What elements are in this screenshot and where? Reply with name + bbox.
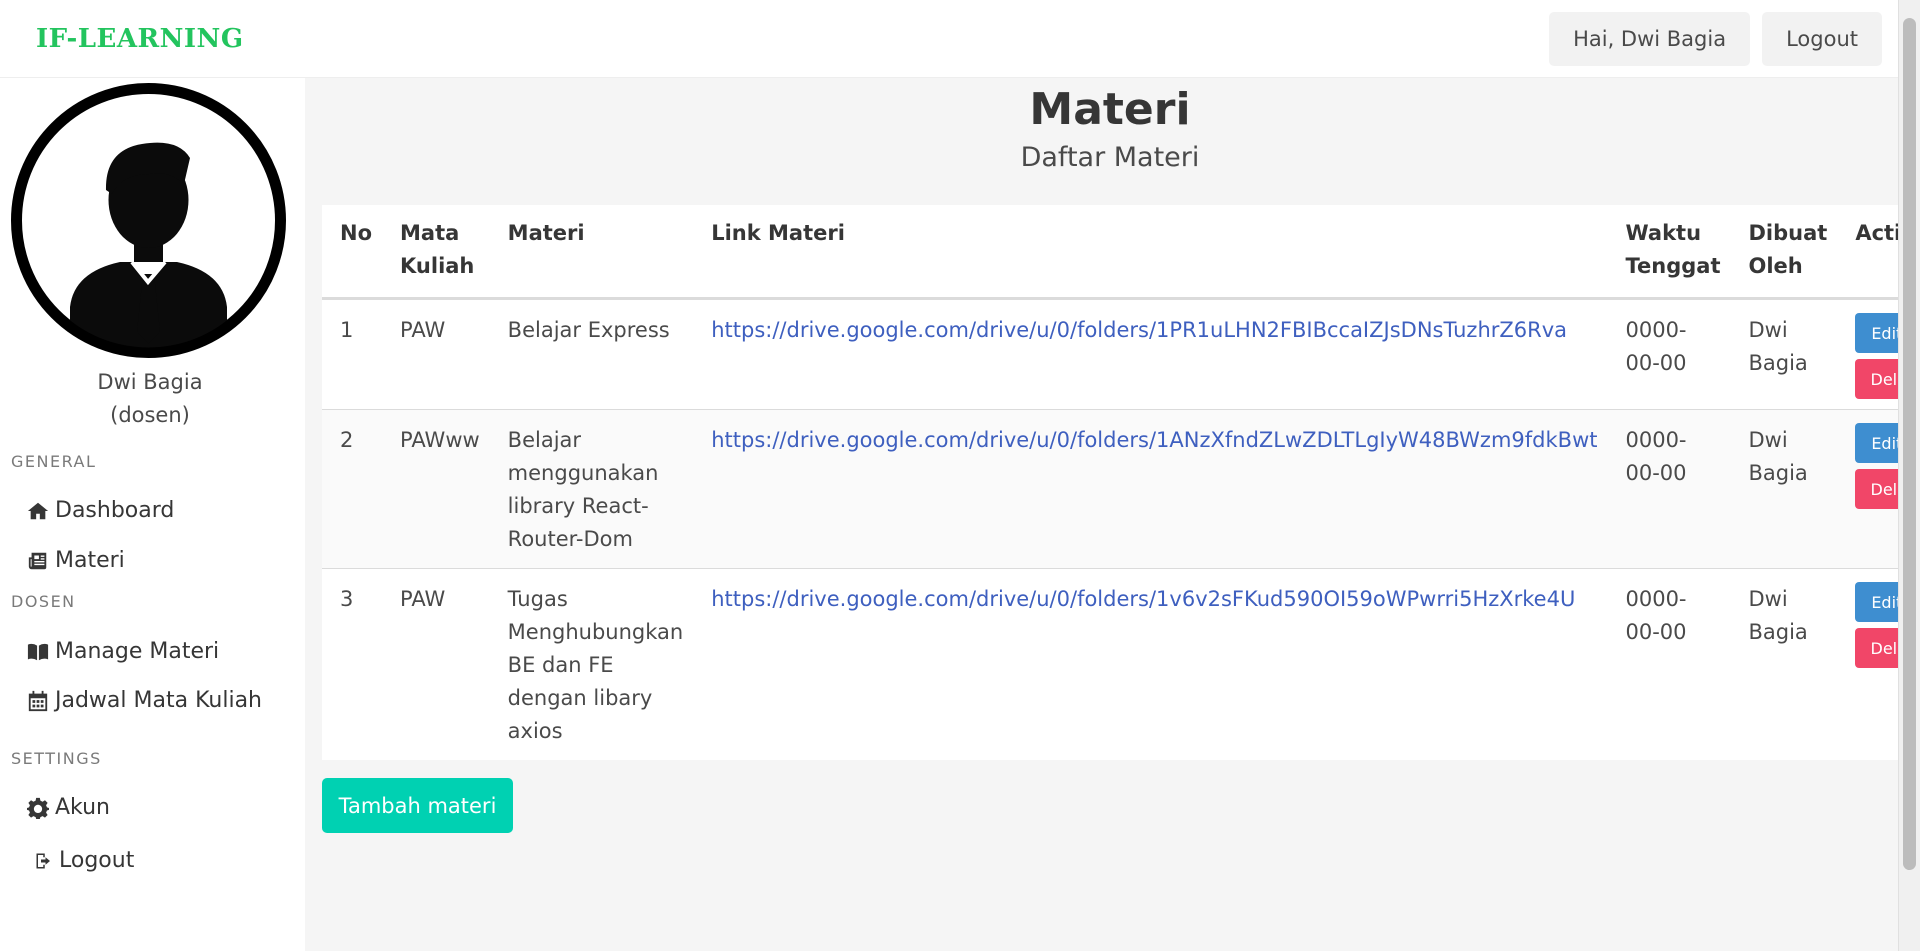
column-header-waktu: Waktu Tenggat <box>1607 205 1731 300</box>
gear-icon <box>27 797 49 819</box>
cell-mata-kuliah: PAW <box>400 587 446 611</box>
sidebar-item-label: Jadwal Mata Kuliah <box>55 688 263 713</box>
table-row: 2 PAWww Belajar menggunakan library Reac… <box>322 409 1920 569</box>
newspaper-icon <box>28 552 47 569</box>
sidebar-item-label: Materi <box>55 548 125 573</box>
menu-label-settings: SETTINGS <box>11 749 102 768</box>
user-role: (dosen) <box>110 403 190 427</box>
navbar-actions: Hai, Dwi Bagia Logout <box>1549 11 1882 66</box>
avatar <box>11 83 286 358</box>
greeting-button[interactable]: Hai, Dwi Bagia <box>1549 11 1751 66</box>
column-header-link: Link Materi <box>693 205 1608 300</box>
materi-link[interactable]: https://drive.google.com/drive/u/0/folde… <box>711 428 1597 452</box>
sidebar-item-dashboard[interactable]: Dashboard <box>27 498 174 523</box>
materi-table: No Mata Kuliah Materi Link Materi Waktu … <box>322 205 1920 760</box>
page-scrollbar[interactable] <box>1898 0 1920 951</box>
menu-label-general: GENERAL <box>11 452 97 471</box>
cell-link: https://drive.google.com/drive/u/0/folde… <box>693 298 1608 410</box>
brand-logo[interactable]: IF-LEARNING <box>36 24 244 54</box>
cell-waktu: 0000-00-00 <box>1607 409 1731 569</box>
table-row: 3 PAW Tugas Menghubungkan BE dan FE deng… <box>322 569 1920 761</box>
cell-materi: Belajar Express <box>489 298 694 410</box>
logout-button[interactable]: Logout <box>1762 11 1882 66</box>
cell-waktu: 0000-00-00 <box>1625 587 1687 644</box>
cell-materi: Belajar menggunakan library React-Router… <box>489 409 694 569</box>
scrollbar-thumb[interactable] <box>1903 18 1916 870</box>
cell-no: 3 <box>340 587 354 611</box>
cell-waktu: 0000-00-00 <box>1607 298 1731 410</box>
sidebar-item-logout[interactable]: Logout <box>35 848 134 873</box>
materi-link[interactable]: https://drive.google.com/drive/u/0/folde… <box>711 587 1575 611</box>
materi-link[interactable]: https://drive.google.com/drive/u/0/folde… <box>711 318 1567 342</box>
sidebar-item-label: Logout <box>59 848 135 873</box>
column-header-no: No <box>322 205 383 300</box>
cell-link: https://drive.google.com/drive/u/0/folde… <box>693 409 1608 569</box>
cell-mata-kuliah: PAWww <box>382 409 490 569</box>
table-header-row: No Mata Kuliah Materi Link Materi Waktu … <box>322 205 1920 300</box>
sidebar-item-materi[interactable]: Materi <box>27 548 125 573</box>
sidebar-item-akun[interactable]: Akun <box>27 795 110 820</box>
cell-link: https://drive.google.com/drive/u/0/folde… <box>693 569 1607 761</box>
page-title: Materi <box>1029 84 1191 135</box>
page-subtitle: Daftar Materi <box>1020 142 1200 173</box>
cell-dibuat: Dwi Bagia <box>1730 409 1838 569</box>
calendar-icon <box>28 690 48 711</box>
main-content: Materi Daftar Materi No Mata Kuliah Mate… <box>305 78 1920 951</box>
cell-dibuat: Dwi Bagia <box>1748 587 1808 644</box>
top-navbar: IF-LEARNING Hai, Dwi Bagia Logout <box>0 0 1898 78</box>
add-materi-button[interactable]: Tambah materi <box>322 778 513 833</box>
sidebar: Dwi Bagia (dosen) GENERAL Dashboard Mate… <box>0 78 305 951</box>
cell-no: 2 <box>322 409 383 569</box>
cell-dibuat: Dwi Bagia <box>1730 298 1838 410</box>
user-name: Dwi Bagia <box>97 370 203 394</box>
sidebar-item-jadwal[interactable]: Jadwal Mata Kuliah <box>27 688 262 713</box>
sidebar-item-label: Manage Materi <box>55 639 220 664</box>
sign-out-icon <box>36 853 50 868</box>
column-header-mata-kuliah: Mata Kuliah <box>382 205 490 300</box>
home-icon <box>27 502 49 519</box>
sidebar-item-manage-materi[interactable]: Manage Materi <box>27 639 219 664</box>
sidebar-item-label: Akun <box>55 795 110 820</box>
column-header-materi: Materi <box>489 205 694 300</box>
menu-label-dosen: DOSEN <box>11 592 76 611</box>
cell-mata-kuliah: PAW <box>382 298 490 410</box>
table-row: 1 PAW Belajar Express https://drive.goog… <box>322 298 1920 410</box>
column-header-dibuat: Dibuat Oleh <box>1730 205 1838 300</box>
cell-materi: Tugas Menghubungkan BE dan FE dengan lib… <box>507 587 684 743</box>
cell-no: 1 <box>322 298 383 410</box>
sidebar-item-label: Dashboard <box>55 498 175 523</box>
book-open-icon <box>27 643 49 660</box>
